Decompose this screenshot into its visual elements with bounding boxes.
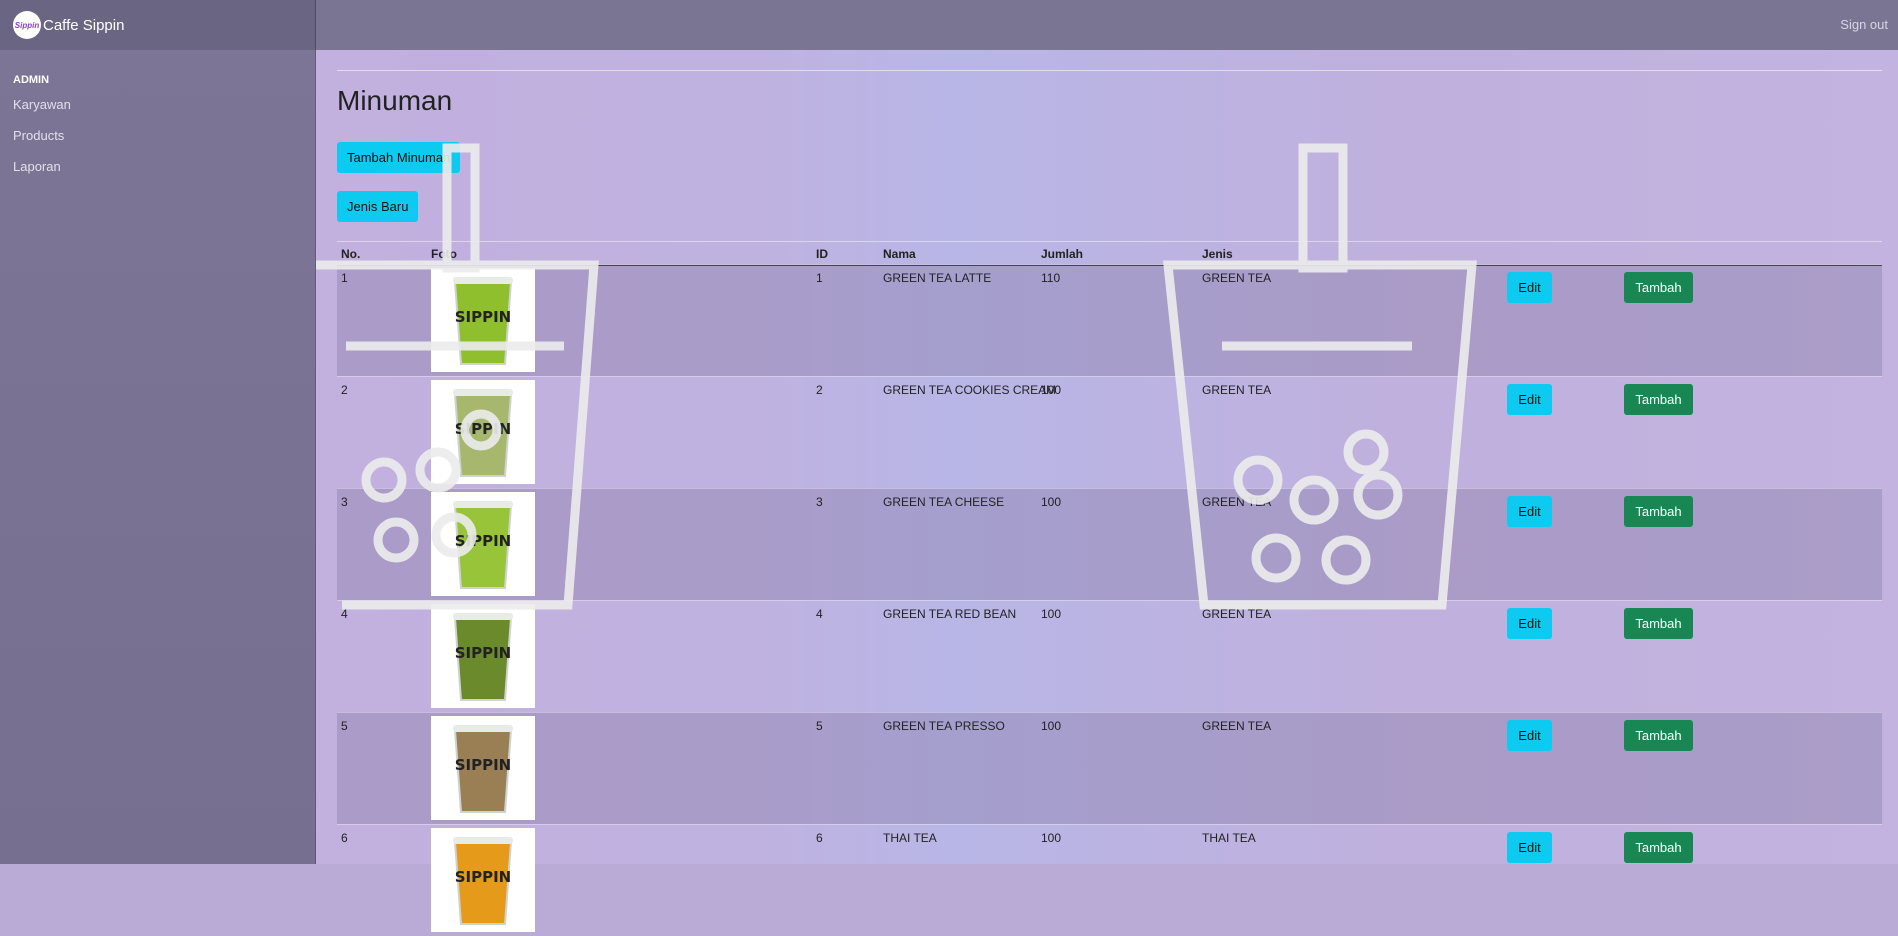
cell-nama: GREEN TEA PRESSO bbox=[883, 719, 1005, 733]
product-photo: SIPPIN bbox=[431, 604, 535, 708]
sidebar-item-laporan[interactable]: Laporan bbox=[13, 159, 61, 174]
col-header-no: No. bbox=[341, 247, 361, 261]
table-row: 6 SIPPIN 6 THAI TEA 100 THAI TEA Edit Tambah bbox=[337, 824, 1882, 936]
tambah-button[interactable]: Tambah bbox=[1624, 832, 1693, 863]
cell-nama: THAI TEA bbox=[883, 831, 937, 845]
tambah-button[interactable]: Tambah bbox=[1624, 496, 1693, 527]
edit-button[interactable]: Edit bbox=[1507, 272, 1552, 303]
table-row: 3 SIPPIN 3 GREEN TEA CHEESE 100 GREEN TEA Edit… bbox=[337, 488, 1882, 600]
cell-id: 3 bbox=[816, 495, 823, 509]
cup-label: SIPPIN bbox=[455, 644, 512, 662]
sign-out-link[interactable]: Sign out bbox=[1840, 17, 1888, 32]
cell-no: 6 bbox=[341, 831, 348, 845]
cell-no: 1 bbox=[341, 271, 348, 285]
top-navbar: Sippin Caffe Sippin Sign out bbox=[0, 0, 1898, 50]
cell-jenis: GREEN TEA bbox=[1202, 607, 1272, 621]
product-photo: SIPPIN bbox=[431, 268, 535, 372]
sidebar-heading: ADMIN bbox=[13, 74, 50, 86]
cell-nama: GREEN TEA CHEESE bbox=[883, 495, 1005, 509]
tambah-button[interactable]: Tambah bbox=[1624, 720, 1693, 751]
edit-button[interactable]: Edit bbox=[1507, 608, 1552, 639]
cup-image: SIPPIN bbox=[453, 837, 513, 925]
page-title: Minuman bbox=[337, 85, 453, 116]
cell-jumlah: 100 bbox=[1041, 495, 1062, 509]
cell-jenis: GREEN TEA bbox=[1202, 383, 1272, 397]
edit-button[interactable]: Edit bbox=[1507, 832, 1552, 863]
cell-jumlah: 100 bbox=[1041, 607, 1062, 621]
cup-label: SIPPIN bbox=[455, 420, 512, 438]
cup-image: SIPPIN bbox=[453, 613, 513, 701]
cell-no: 4 bbox=[341, 607, 348, 621]
cell-jenis: GREEN TEA bbox=[1202, 271, 1272, 285]
cell-jenis: GREEN TEA bbox=[1202, 495, 1272, 509]
cell-id: 5 bbox=[816, 719, 823, 733]
cell-id: 2 bbox=[816, 383, 823, 397]
table-header: No. Foto ID Nama Jumlah Jenis bbox=[337, 241, 1882, 266]
col-header-id: ID bbox=[816, 247, 828, 261]
cell-no: 5 bbox=[341, 719, 348, 733]
cup-image: SIPPIN bbox=[453, 501, 513, 589]
tambah-button[interactable]: Tambah bbox=[1624, 272, 1693, 303]
table-row: 2 SIPPIN 2 GREEN TEA COOKIES CREAM 100 GREEN … bbox=[337, 376, 1882, 488]
cell-no: 2 bbox=[341, 383, 348, 397]
edit-button[interactable]: Edit bbox=[1507, 384, 1552, 415]
col-header-foto: Foto bbox=[431, 247, 457, 261]
cup-label: SIPPIN bbox=[455, 756, 512, 774]
cell-jumlah: 100 bbox=[1041, 719, 1062, 733]
cell-nama: GREEN TEA LATTE bbox=[883, 271, 992, 285]
add-drink-button[interactable]: Tambah Minuman bbox=[337, 142, 461, 173]
cell-jumlah: 100 bbox=[1041, 383, 1062, 397]
cup-image: SIPPIN bbox=[453, 277, 513, 365]
new-type-button[interactable]: Jenis Baru bbox=[337, 191, 419, 222]
col-header-jenis: Jenis bbox=[1202, 247, 1233, 261]
cup-label: SIPPIN bbox=[455, 532, 512, 550]
sidebar-item-products[interactable]: Products bbox=[13, 128, 64, 143]
cell-id: 1 bbox=[816, 271, 823, 285]
cup-label: SIPPIN bbox=[455, 308, 512, 326]
brand-name: Caffe Sippin bbox=[43, 16, 125, 34]
edit-button[interactable]: Edit bbox=[1507, 720, 1552, 751]
table-row: 5 SIPPIN 5 GREEN TEA PRESSO 100 GREEN TEA Edit… bbox=[337, 712, 1882, 824]
product-photo: SIPPIN bbox=[431, 380, 535, 484]
cell-nama: GREEN TEA COOKIES CREAM bbox=[883, 383, 1057, 397]
cell-id: 6 bbox=[816, 831, 823, 845]
col-header-jumlah: Jumlah bbox=[1041, 247, 1084, 261]
cup-image: SIPPIN bbox=[453, 725, 513, 813]
tambah-button[interactable]: Tambah bbox=[1624, 608, 1693, 639]
cell-jumlah: 110 bbox=[1041, 271, 1061, 285]
brand[interactable]: Sippin Caffe Sippin bbox=[0, 0, 316, 50]
cell-nama: GREEN TEA RED BEAN bbox=[883, 607, 1017, 621]
product-photo: SIPPIN bbox=[431, 828, 535, 932]
product-photo: SIPPIN bbox=[431, 716, 535, 820]
divider bbox=[337, 70, 1882, 71]
cell-id: 4 bbox=[816, 607, 823, 621]
table-row: 4 SIPPIN 4 GREEN TEA RED BEAN 100 GREEN TEA Ed… bbox=[337, 600, 1882, 712]
cup-label: SIPPIN bbox=[455, 868, 512, 886]
col-header-nama: Nama bbox=[883, 247, 916, 261]
cell-jenis: GREEN TEA bbox=[1202, 719, 1272, 733]
edit-button[interactable]: Edit bbox=[1507, 496, 1552, 527]
cell-jumlah: 100 bbox=[1041, 831, 1062, 845]
cell-jenis: THAI TEA bbox=[1202, 831, 1256, 845]
product-photo: SIPPIN bbox=[431, 492, 535, 596]
tambah-button[interactable]: Tambah bbox=[1624, 384, 1693, 415]
brand-logo: Sippin bbox=[13, 11, 41, 39]
sidebar-item-karyawan[interactable]: Karyawan bbox=[13, 97, 71, 112]
main-content: Minuman Tambah Minuman Jenis Baru No. Fo… bbox=[337, 50, 1882, 932]
sidebar: ADMIN Karyawan Products Laporan bbox=[0, 50, 316, 864]
cup-image: SIPPIN bbox=[453, 389, 513, 477]
table-row: 1 SIPPIN 1 GREEN TEA LATTE 110 GREEN TEA Edit T… bbox=[337, 264, 1882, 376]
cell-no: 3 bbox=[341, 495, 348, 509]
